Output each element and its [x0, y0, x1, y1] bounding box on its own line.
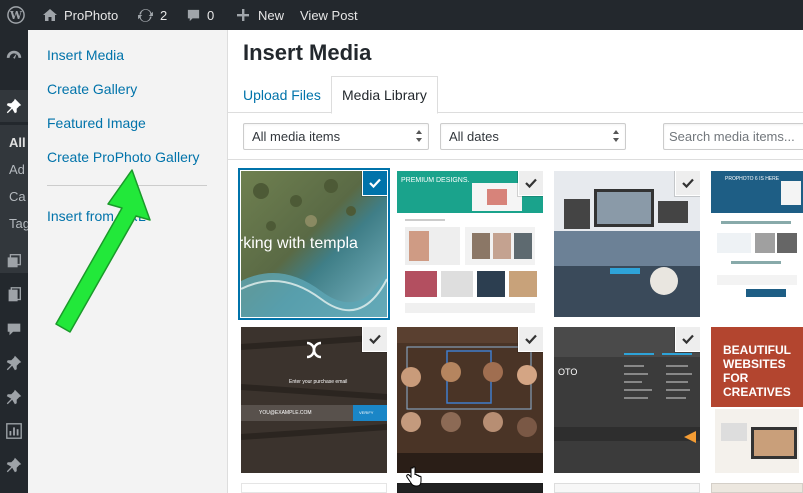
- check-icon: [369, 334, 381, 345]
- attachment-thumbnail[interactable]: OTO: [554, 327, 700, 473]
- tab-upload-files[interactable]: Upload Files: [233, 76, 331, 113]
- comments-count[interactable]: 0: [207, 0, 214, 30]
- admin-submenu-add[interactable]: Ad: [9, 162, 25, 177]
- thumbnail-caption: orking with templa: [241, 235, 358, 252]
- prophoto-6-screenshot: [711, 171, 803, 317]
- media-icon[interactable]: [5, 252, 23, 270]
- attachment-thumbnail[interactable]: [554, 483, 700, 493]
- purchase-email-placeholder: YOU@EXAMPLE.COM: [259, 410, 312, 416]
- admin-side-menu: All Ad Ca Tag: [0, 30, 30, 493]
- site-home-icon[interactable]: [42, 0, 58, 30]
- attachment-thumbnail[interactable]: [554, 171, 700, 317]
- select-arrows-icon: [416, 130, 422, 142]
- check-icon: [525, 334, 537, 345]
- media-frame-title: Insert Media: [243, 40, 372, 65]
- pin-icon-2[interactable]: [5, 388, 23, 406]
- updates-count[interactable]: 2: [160, 0, 167, 30]
- thumbnail-caption: OTO: [558, 367, 578, 377]
- search-media-input[interactable]: [663, 123, 803, 150]
- media-router: Upload Files Media Library: [228, 76, 803, 114]
- media-type-filter-value: All media items: [252, 129, 341, 144]
- select-arrows-icon: [613, 130, 619, 142]
- admin-submenu-all[interactable]: All: [9, 135, 26, 150]
- select-check-button[interactable]: [519, 171, 543, 195]
- attachment-thumbnail[interactable]: BEAUTIFUL WEBSITES FOR CREATIVES: [711, 327, 803, 473]
- pin-icon[interactable]: [5, 354, 23, 372]
- view-post-link[interactable]: View Post: [300, 0, 358, 30]
- pin-icon-3[interactable]: [5, 456, 23, 474]
- posts-pin-icon[interactable]: [5, 97, 23, 115]
- admin-submenu-tags[interactable]: Tag: [9, 216, 30, 231]
- chart-icon[interactable]: [5, 422, 23, 440]
- green-arrow-annotation: [55, 169, 151, 333]
- attachment-thumbnail[interactable]: orking with templa: [241, 171, 387, 317]
- attachment-thumbnail[interactable]: Enter your purchase email YOU@EXAMPLE.CO…: [241, 327, 387, 473]
- select-check-button[interactable]: [676, 171, 700, 195]
- thumbnail-caption: PREMIUM DESIGNS.: [401, 177, 470, 184]
- attachment-thumbnail[interactable]: [397, 327, 543, 473]
- comments-icon[interactable]: [186, 0, 201, 30]
- media-date-filter[interactable]: All dates: [440, 123, 626, 150]
- menu-insert-media[interactable]: Insert Media: [47, 47, 124, 63]
- thumbnail-caption: PROPHOTO 6 IS HERE: [725, 176, 780, 182]
- new-link[interactable]: New: [258, 0, 284, 30]
- dashboard-icon[interactable]: [5, 48, 23, 66]
- admin-submenu-categories[interactable]: Ca: [9, 189, 26, 204]
- menu-featured-image[interactable]: Featured Image: [47, 115, 146, 131]
- check-icon: [682, 178, 694, 189]
- comments-menu-icon[interactable]: [5, 320, 23, 338]
- attachment-thumbnail[interactable]: PREMIUM DESIGNS.: [397, 171, 543, 317]
- pages-icon[interactable]: [5, 286, 23, 304]
- menu-create-gallery[interactable]: Create Gallery: [47, 81, 137, 97]
- wordpress-logo-icon[interactable]: W: [7, 0, 25, 30]
- media-frame: Insert Media Upload Files Media Library …: [228, 30, 803, 493]
- check-icon: [682, 334, 694, 345]
- attachments-grid: orking with templa PREMIUM DESIGNS. PROP…: [228, 160, 803, 493]
- plus-icon[interactable]: [236, 0, 250, 30]
- hand-cursor-icon: [406, 466, 422, 487]
- thumbnail-caption: BEAUTIFUL WEBSITES FOR CREATIVES: [723, 343, 791, 399]
- verify-label: VERIFY: [359, 410, 374, 415]
- select-check-button[interactable]: [519, 327, 543, 351]
- attachment-thumbnail[interactable]: [711, 483, 803, 493]
- select-check-button[interactable]: [676, 327, 700, 351]
- selected-check-button[interactable]: [363, 171, 387, 195]
- media-date-filter-value: All dates: [449, 129, 499, 144]
- check-icon: [369, 178, 381, 189]
- updates-icon[interactable]: [137, 0, 154, 30]
- svg-text:W: W: [9, 9, 23, 22]
- media-type-filter[interactable]: All media items: [243, 123, 429, 150]
- purchase-email-label: Enter your purchase email: [289, 379, 348, 385]
- site-name-link[interactable]: ProPhoto: [64, 0, 118, 30]
- tab-media-library[interactable]: Media Library: [331, 76, 438, 114]
- check-icon: [525, 178, 537, 189]
- attachment-thumbnail[interactable]: [241, 483, 387, 493]
- select-check-button[interactable]: [363, 327, 387, 351]
- attachment-thumbnail[interactable]: PROPHOTO 6 IS HERE: [711, 171, 803, 317]
- admin-bar: W ProPhoto 2 0 New View Post: [0, 0, 803, 30]
- media-toolbar: All media items All dates: [228, 114, 803, 160]
